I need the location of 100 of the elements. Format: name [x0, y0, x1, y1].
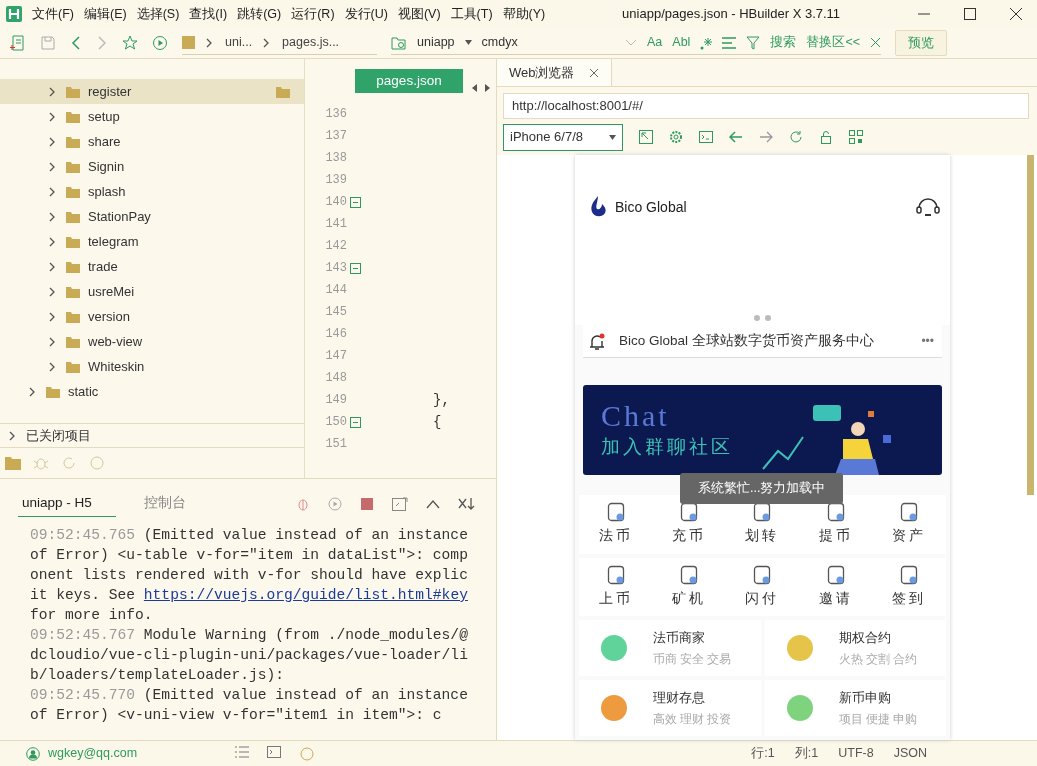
- tree-item[interactable]: usreMei: [0, 279, 304, 304]
- tree-item[interactable]: static: [0, 379, 304, 404]
- tree-item[interactable]: StationPay: [0, 204, 304, 229]
- feature-card[interactable]: 法币商家 币商 安全 交易: [579, 620, 761, 676]
- breadcrumb-item[interactable]: uni...: [225, 33, 253, 52]
- search-button[interactable]: 搜索: [770, 33, 797, 52]
- line-number: 148: [324, 370, 347, 387]
- forward-icon[interactable]: [759, 130, 773, 144]
- bug-icon[interactable]: [296, 496, 310, 512]
- cursor-column: 列:1: [794, 744, 819, 763]
- folder-icon[interactable]: [5, 456, 21, 470]
- replace-toggle[interactable]: 替换区<<: [806, 33, 860, 52]
- back-icon[interactable]: [729, 130, 743, 144]
- fold-icon[interactable]: [349, 262, 361, 274]
- resize-icon[interactable]: [639, 130, 653, 144]
- new-file-icon[interactable]: [10, 35, 26, 51]
- tree-item[interactable]: setup: [0, 104, 304, 129]
- collapse-icon[interactable]: [426, 499, 440, 509]
- tree-item[interactable]: version: [0, 304, 304, 329]
- feature-card[interactable]: 新币申购 项目 便捷 申购: [764, 680, 946, 736]
- menu-item[interactable]: 视图(V): [397, 4, 441, 24]
- url-field[interactable]: http://localhost:8001/#/: [503, 93, 1029, 119]
- action-item[interactable]: 上币: [585, 564, 646, 609]
- headset-icon[interactable]: [916, 196, 940, 219]
- menu-item[interactable]: 帮助(Y): [502, 4, 546, 24]
- action-item[interactable]: 资产: [879, 502, 940, 547]
- action-item[interactable]: 签到: [879, 564, 940, 609]
- brand-name: Bico Global: [615, 197, 688, 217]
- more-button[interactable]: •••: [921, 332, 934, 351]
- notice-text[interactable]: Bico Global 全球站数字货币资产服务中心: [619, 331, 908, 352]
- closed-projects-label[interactable]: 已关闭项目: [26, 425, 91, 446]
- banner-image[interactable]: Chat 加入群聊社区: [583, 385, 942, 476]
- tree-item[interactable]: trade: [0, 254, 304, 279]
- fold-icon[interactable]: [349, 416, 361, 428]
- action-item[interactable]: 充币: [659, 502, 720, 547]
- browser-tab[interactable]: Web浏览器: [497, 59, 612, 86]
- tree-item[interactable]: splash: [0, 179, 304, 204]
- loading-toast: 系统繁忙...努力加载中: [680, 473, 844, 504]
- action-item[interactable]: 提币: [805, 502, 866, 547]
- run-icon[interactable]: [152, 35, 168, 51]
- regex-icon[interactable]: [700, 35, 713, 50]
- fold-icon[interactable]: [349, 196, 361, 208]
- tree-item[interactable]: register: [0, 79, 304, 104]
- feature-card[interactable]: 期权合约 火热 交割 合约: [764, 620, 946, 676]
- console-tab[interactable]: 控制台: [140, 491, 190, 517]
- menu-item[interactable]: 工具(T): [450, 4, 493, 24]
- tree-item[interactable]: web-view: [0, 329, 304, 354]
- menu-item[interactable]: 发行(U): [344, 4, 388, 24]
- carousel-dot[interactable]: [765, 315, 771, 322]
- device-dropdown[interactable]: iPhone 6/7/8: [503, 123, 623, 151]
- save-icon[interactable]: [40, 35, 56, 51]
- tree-item[interactable]: Whiteskin: [0, 354, 304, 379]
- close-icon[interactable]: [588, 67, 599, 78]
- list-icon[interactable]: [235, 745, 250, 758]
- qr-code-icon[interactable]: [849, 130, 863, 144]
- menu-item[interactable]: 运行(R): [291, 4, 335, 24]
- action-item[interactable]: 划转: [732, 502, 793, 547]
- reload-icon[interactable]: [789, 130, 803, 144]
- tree-item[interactable]: share: [0, 129, 304, 154]
- action-item[interactable]: 闪付: [732, 564, 793, 609]
- star-icon[interactable]: [122, 35, 138, 51]
- scrollbar-thumb[interactable]: [1027, 155, 1034, 495]
- menu-item[interactable]: 选择(S): [136, 4, 180, 24]
- log-link[interactable]: https://vuejs.org/guide/list.html#key: [143, 587, 468, 603]
- menu-item[interactable]: 查找(I): [189, 4, 228, 24]
- search-folder-icon: [391, 34, 407, 51]
- project-dropdown[interactable]: uniapp: [417, 33, 455, 52]
- settings-icon[interactable]: [669, 130, 683, 144]
- feature-card[interactable]: 理财存息 高效 理财 投资: [579, 680, 761, 736]
- maximize-icon[interactable]: [963, 7, 977, 21]
- terminal-icon[interactable]: [267, 745, 282, 758]
- filter-icon[interactable]: [746, 35, 761, 50]
- breadcrumb-item[interactable]: pages.js...: [282, 33, 340, 52]
- menu-item[interactable]: 文件(F): [32, 4, 74, 24]
- replay-icon[interactable]: [328, 497, 342, 511]
- menu-item[interactable]: 编辑(E): [83, 4, 127, 24]
- clear-icon[interactable]: [458, 497, 476, 511]
- card-subtitle: 火热 交割 合约: [838, 652, 917, 668]
- console-tab[interactable]: uniapp - H5: [18, 491, 116, 517]
- tree-item[interactable]: Signin: [0, 154, 304, 179]
- back-icon[interactable]: [70, 35, 82, 51]
- stop-icon[interactable]: [360, 497, 374, 511]
- user-icon[interactable]: [26, 746, 40, 761]
- search-input[interactable]: cmdyx: [481, 33, 615, 52]
- action-item[interactable]: 邀请: [805, 564, 866, 609]
- action-item[interactable]: 矿机: [659, 564, 720, 609]
- export-icon[interactable]: [392, 497, 408, 511]
- encoding-label[interactable]: UTF-8: [838, 744, 874, 763]
- forward-icon[interactable]: [96, 35, 108, 51]
- lock-icon[interactable]: [819, 130, 833, 144]
- terminal-icon[interactable]: [699, 130, 713, 144]
- language-label[interactable]: JSON: [893, 744, 927, 763]
- close-icon[interactable]: [1009, 7, 1023, 21]
- chevron-icon: [28, 386, 36, 397]
- scroll-tabs-icon[interactable]: [471, 83, 491, 93]
- align-icon[interactable]: [722, 36, 737, 49]
- carousel-dot[interactable]: [754, 315, 760, 322]
- action-item[interactable]: 法币: [585, 502, 646, 547]
- menu-item[interactable]: 跳转(G): [237, 4, 282, 24]
- tree-item[interactable]: telegram: [0, 229, 304, 254]
